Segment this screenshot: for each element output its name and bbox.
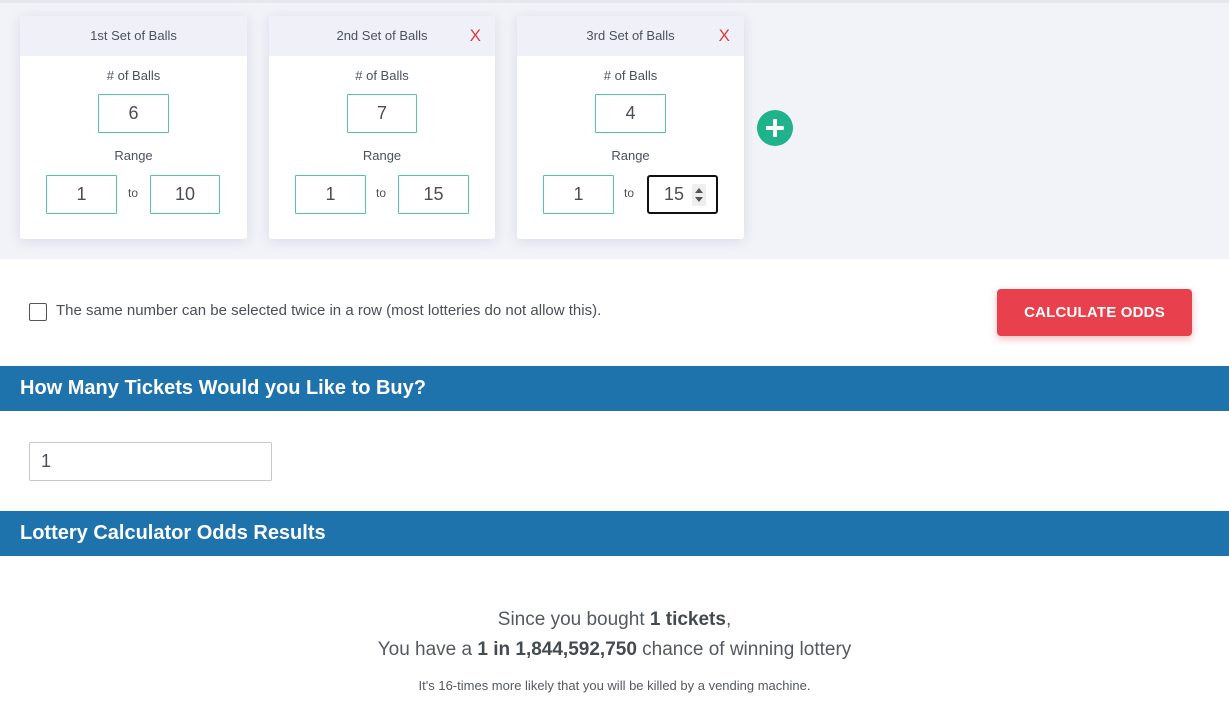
range-to-label: to: [128, 186, 139, 200]
spinner-up-icon[interactable]: [695, 188, 703, 193]
range-label: Range: [114, 148, 153, 163]
tickets-bought-text: Since you bought 1 tickets,: [0, 609, 1229, 631]
repeat-numbers-checkbox[interactable]: [29, 303, 47, 321]
ball-set-card-3: 3rd Set of Balls X # of Balls 4 Range 1 …: [517, 16, 744, 239]
tickets-count-input[interactable]: 1: [29, 442, 272, 481]
balls-count-input[interactable]: 7: [347, 94, 417, 133]
range-to-value: 15: [664, 184, 685, 204]
remove-set-button[interactable]: X: [719, 16, 730, 56]
ball-set-header: 2nd Set of Balls X: [269, 16, 495, 56]
ball-set-title: 3rd Set of Balls: [586, 28, 675, 43]
range-from-input[interactable]: 1: [295, 175, 366, 214]
ball-set-title: 1st Set of Balls: [90, 28, 177, 43]
balls-count-label: # of Balls: [603, 68, 658, 83]
odds-prefix: You have a: [377, 639, 478, 660]
odds-comparison-note: It's 16-times more likely that you will …: [418, 678, 811, 693]
calculate-odds-button[interactable]: CALCULATE ODDS: [997, 289, 1192, 336]
range-to-label: to: [624, 186, 635, 200]
balls-count-input[interactable]: 6: [98, 94, 169, 133]
tickets-section-header: How Many Tickets Would you Like to Buy?: [0, 366, 1229, 411]
tickets-bought-prefix: Since you bought: [497, 609, 650, 630]
add-set-button[interactable]: [757, 110, 793, 146]
repeat-numbers-label: The same number can be selected twice in…: [56, 302, 602, 319]
ball-set-card-2: 2nd Set of Balls X # of Balls 7 Range 1 …: [269, 16, 495, 239]
spinner-down-icon[interactable]: [695, 197, 703, 202]
tickets-bought-count: 1 tickets: [649, 609, 726, 630]
range-to-label: to: [376, 186, 387, 200]
remove-set-button[interactable]: X: [470, 16, 481, 56]
range-to-input[interactable]: 10: [150, 175, 220, 214]
ball-set-card-1: 1st Set of Balls # of Balls 6 Range 1 to…: [20, 16, 247, 239]
ball-set-header: 3rd Set of Balls X: [517, 16, 744, 56]
tickets-bought-suffix: ,: [725, 609, 732, 630]
ball-set-header: 1st Set of Balls: [20, 16, 247, 56]
odds-value: 1 in 1,844,592,750: [477, 639, 637, 660]
number-spinner[interactable]: [692, 184, 706, 206]
range-label: Range: [611, 148, 650, 163]
results-section-header: Lottery Calculator Odds Results: [0, 511, 1229, 556]
range-to-input[interactable]: 15: [647, 175, 718, 214]
balls-count-label: # of Balls: [106, 68, 161, 83]
balls-count-input[interactable]: 4: [595, 94, 666, 133]
balls-count-label: # of Balls: [355, 68, 409, 83]
winning-odds-text: You have a 1 in 1,844,592,750 chance of …: [0, 639, 1229, 661]
range-label: Range: [362, 148, 402, 163]
ball-set-title: 2nd Set of Balls: [336, 28, 428, 43]
range-from-input[interactable]: 1: [46, 175, 117, 214]
odds-suffix: chance of winning lottery: [636, 639, 852, 660]
range-to-input[interactable]: 15: [398, 175, 469, 214]
range-from-input[interactable]: 1: [543, 175, 614, 214]
ball-sets-area: 1st Set of Balls # of Balls 6 Range 1 to…: [0, 0, 1229, 259]
